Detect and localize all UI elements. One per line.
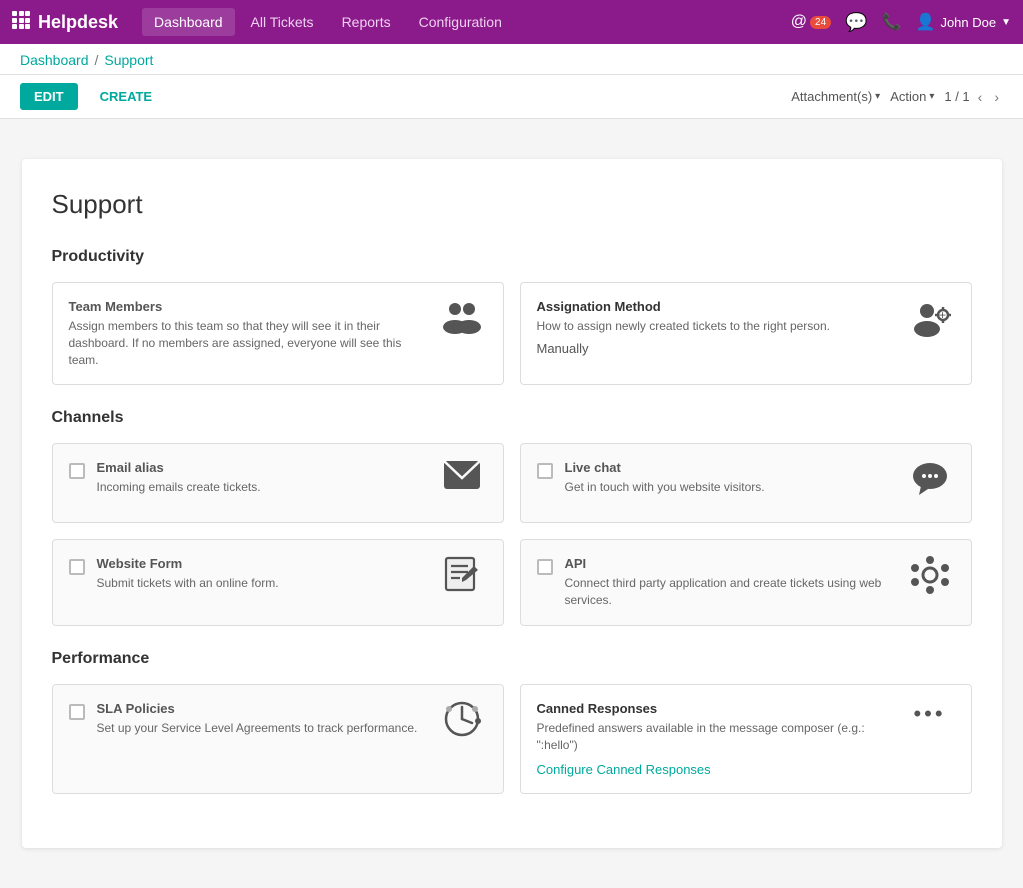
live-chat-desc: Get in touch with you website visitors. [565, 479, 893, 496]
performance-card-grid: SLA Policies Set up your Service Level A… [52, 684, 972, 794]
website-form-checkbox[interactable] [69, 559, 85, 575]
pagination: 1 / 1 ‹ › [944, 87, 1003, 107]
pagination-info: 1 / 1 [944, 89, 969, 104]
assignation-method-body: Assignation Method How to assign newly c… [537, 299, 893, 356]
toolbar-actions: Attachment(s) ▾ Action ▾ 1 / 1 ‹ › [791, 87, 1003, 107]
email-alias-title: Email alias [97, 460, 425, 475]
phone-icon[interactable]: 📞 [882, 12, 902, 32]
team-members-icon [437, 299, 487, 335]
sla-policies-body: SLA Policies Set up your Service Level A… [97, 701, 425, 737]
brand-logo[interactable]: Helpdesk [12, 11, 118, 34]
live-chat-body: Live chat Get in touch with you website … [565, 460, 893, 496]
team-members-body: Team Members Assign members to this team… [69, 299, 425, 368]
sla-policies-checkbox[interactable] [69, 704, 85, 720]
nav-dashboard[interactable]: Dashboard [142, 8, 235, 36]
attachments-dropdown[interactable]: Attachment(s) ▾ [791, 89, 880, 104]
user-name: John Doe [940, 15, 996, 30]
at-notifications[interactable]: @ 24 [791, 13, 831, 31]
website-form-card[interactable]: Website Form Submit tickets with an onli… [52, 539, 504, 626]
nav-configuration[interactable]: Configuration [407, 8, 514, 36]
live-chat-card[interactable]: Live chat Get in touch with you website … [520, 443, 972, 523]
email-alias-card[interactable]: Email alias Incoming emails create ticke… [52, 443, 504, 523]
live-chat-checkbox[interactable] [537, 463, 553, 479]
assignation-method-value: Manually [537, 341, 893, 356]
canned-responses-icon: ••• [905, 701, 955, 727]
action-dropdown[interactable]: Action ▾ [890, 89, 934, 104]
api-desc: Connect third party application and crea… [565, 575, 893, 609]
canned-responses-title: Canned Responses [537, 701, 893, 716]
prev-page-button[interactable]: ‹ [974, 87, 987, 107]
notification-count: 24 [810, 16, 831, 29]
edit-button[interactable]: EDIT [20, 83, 78, 110]
toolbar: EDIT CREATE Attachment(s) ▾ Action ▾ 1 /… [0, 75, 1023, 119]
breadcrumb-bar: Dashboard / Support [0, 44, 1023, 75]
channels-card-grid: Email alias Incoming emails create ticke… [52, 443, 972, 626]
channels-section-title: Channels [52, 409, 972, 427]
assignation-method-icon: + [905, 299, 955, 337]
canned-responses-body: Canned Responses Predefined answers avai… [537, 701, 893, 777]
sla-policies-icon [437, 701, 487, 737]
live-chat-icon [905, 460, 955, 496]
email-alias-body: Email alias Incoming emails create ticke… [97, 460, 425, 496]
sla-policies-desc: Set up your Service Level Agreements to … [97, 720, 425, 737]
website-form-title: Website Form [97, 556, 425, 571]
attachments-caret-icon: ▾ [875, 91, 880, 102]
configure-canned-responses-link[interactable]: Configure Canned Responses [537, 762, 711, 777]
api-icon [905, 556, 955, 594]
sla-policies-card[interactable]: SLA Policies Set up your Service Level A… [52, 684, 504, 794]
svg-text:+: + [939, 308, 946, 322]
nav-all-tickets[interactable]: All Tickets [239, 8, 326, 36]
assignation-method-title: Assignation Method [537, 299, 893, 314]
breadcrumb-current: Support [104, 52, 153, 68]
website-form-icon [437, 556, 487, 592]
assignation-method-desc: How to assign newly created tickets to t… [537, 318, 893, 335]
website-form-body: Website Form Submit tickets with an onli… [97, 556, 425, 592]
channels-section: Channels Email alias Incoming emails cre… [52, 409, 972, 626]
team-members-title: Team Members [69, 299, 425, 314]
productivity-section-title: Productivity [52, 248, 972, 266]
canned-responses-desc: Predefined answers available in the mess… [537, 720, 893, 754]
live-chat-title: Live chat [565, 460, 893, 475]
nav-right-actions: @ 24 💬 📞 👤 John Doe ▼ [791, 12, 1011, 33]
next-page-button[interactable]: › [990, 87, 1003, 107]
breadcrumb-separator: / [95, 52, 99, 68]
productivity-section: Productivity Team Members Assign members… [52, 248, 972, 385]
user-dropdown-icon: ▼ [1001, 17, 1011, 28]
create-button[interactable]: CREATE [86, 83, 166, 110]
nav-links: Dashboard All Tickets Reports Configurat… [142, 8, 791, 36]
team-members-card[interactable]: Team Members Assign members to this team… [52, 282, 504, 385]
email-alias-desc: Incoming emails create tickets. [97, 479, 425, 496]
breadcrumb-parent[interactable]: Dashboard [20, 52, 89, 68]
nav-reports[interactable]: Reports [330, 8, 403, 36]
assignation-method-card[interactable]: Assignation Method How to assign newly c… [520, 282, 972, 385]
api-card[interactable]: API Connect third party application and … [520, 539, 972, 626]
top-navigation: Helpdesk Dashboard All Tickets Reports C… [0, 0, 1023, 44]
productivity-card-grid: Team Members Assign members to this team… [52, 282, 972, 385]
sla-policies-title: SLA Policies [97, 701, 425, 716]
performance-section-title: Performance [52, 650, 972, 668]
breadcrumb: Dashboard / Support [20, 52, 1003, 74]
email-alias-icon [437, 460, 487, 490]
grid-icon [12, 11, 30, 34]
website-form-desc: Submit tickets with an online form. [97, 575, 425, 592]
email-alias-checkbox[interactable] [69, 463, 85, 479]
user-menu[interactable]: 👤 John Doe ▼ [916, 12, 1011, 32]
action-caret-icon: ▾ [929, 91, 934, 102]
api-body: API Connect third party application and … [565, 556, 893, 609]
team-members-desc: Assign members to this team so that they… [69, 318, 425, 368]
main-content: Support Productivity Team Members Assign… [22, 159, 1002, 848]
canned-responses-card[interactable]: Canned Responses Predefined answers avai… [520, 684, 972, 794]
user-avatar-icon: 👤 [916, 12, 936, 32]
performance-section: Performance SLA Policies Set up your Ser… [52, 650, 972, 794]
api-title: API [565, 556, 893, 571]
page-title: Support [52, 189, 972, 220]
brand-name: Helpdesk [38, 12, 118, 33]
api-checkbox[interactable] [537, 559, 553, 575]
chat-icon[interactable]: 💬 [845, 12, 867, 33]
